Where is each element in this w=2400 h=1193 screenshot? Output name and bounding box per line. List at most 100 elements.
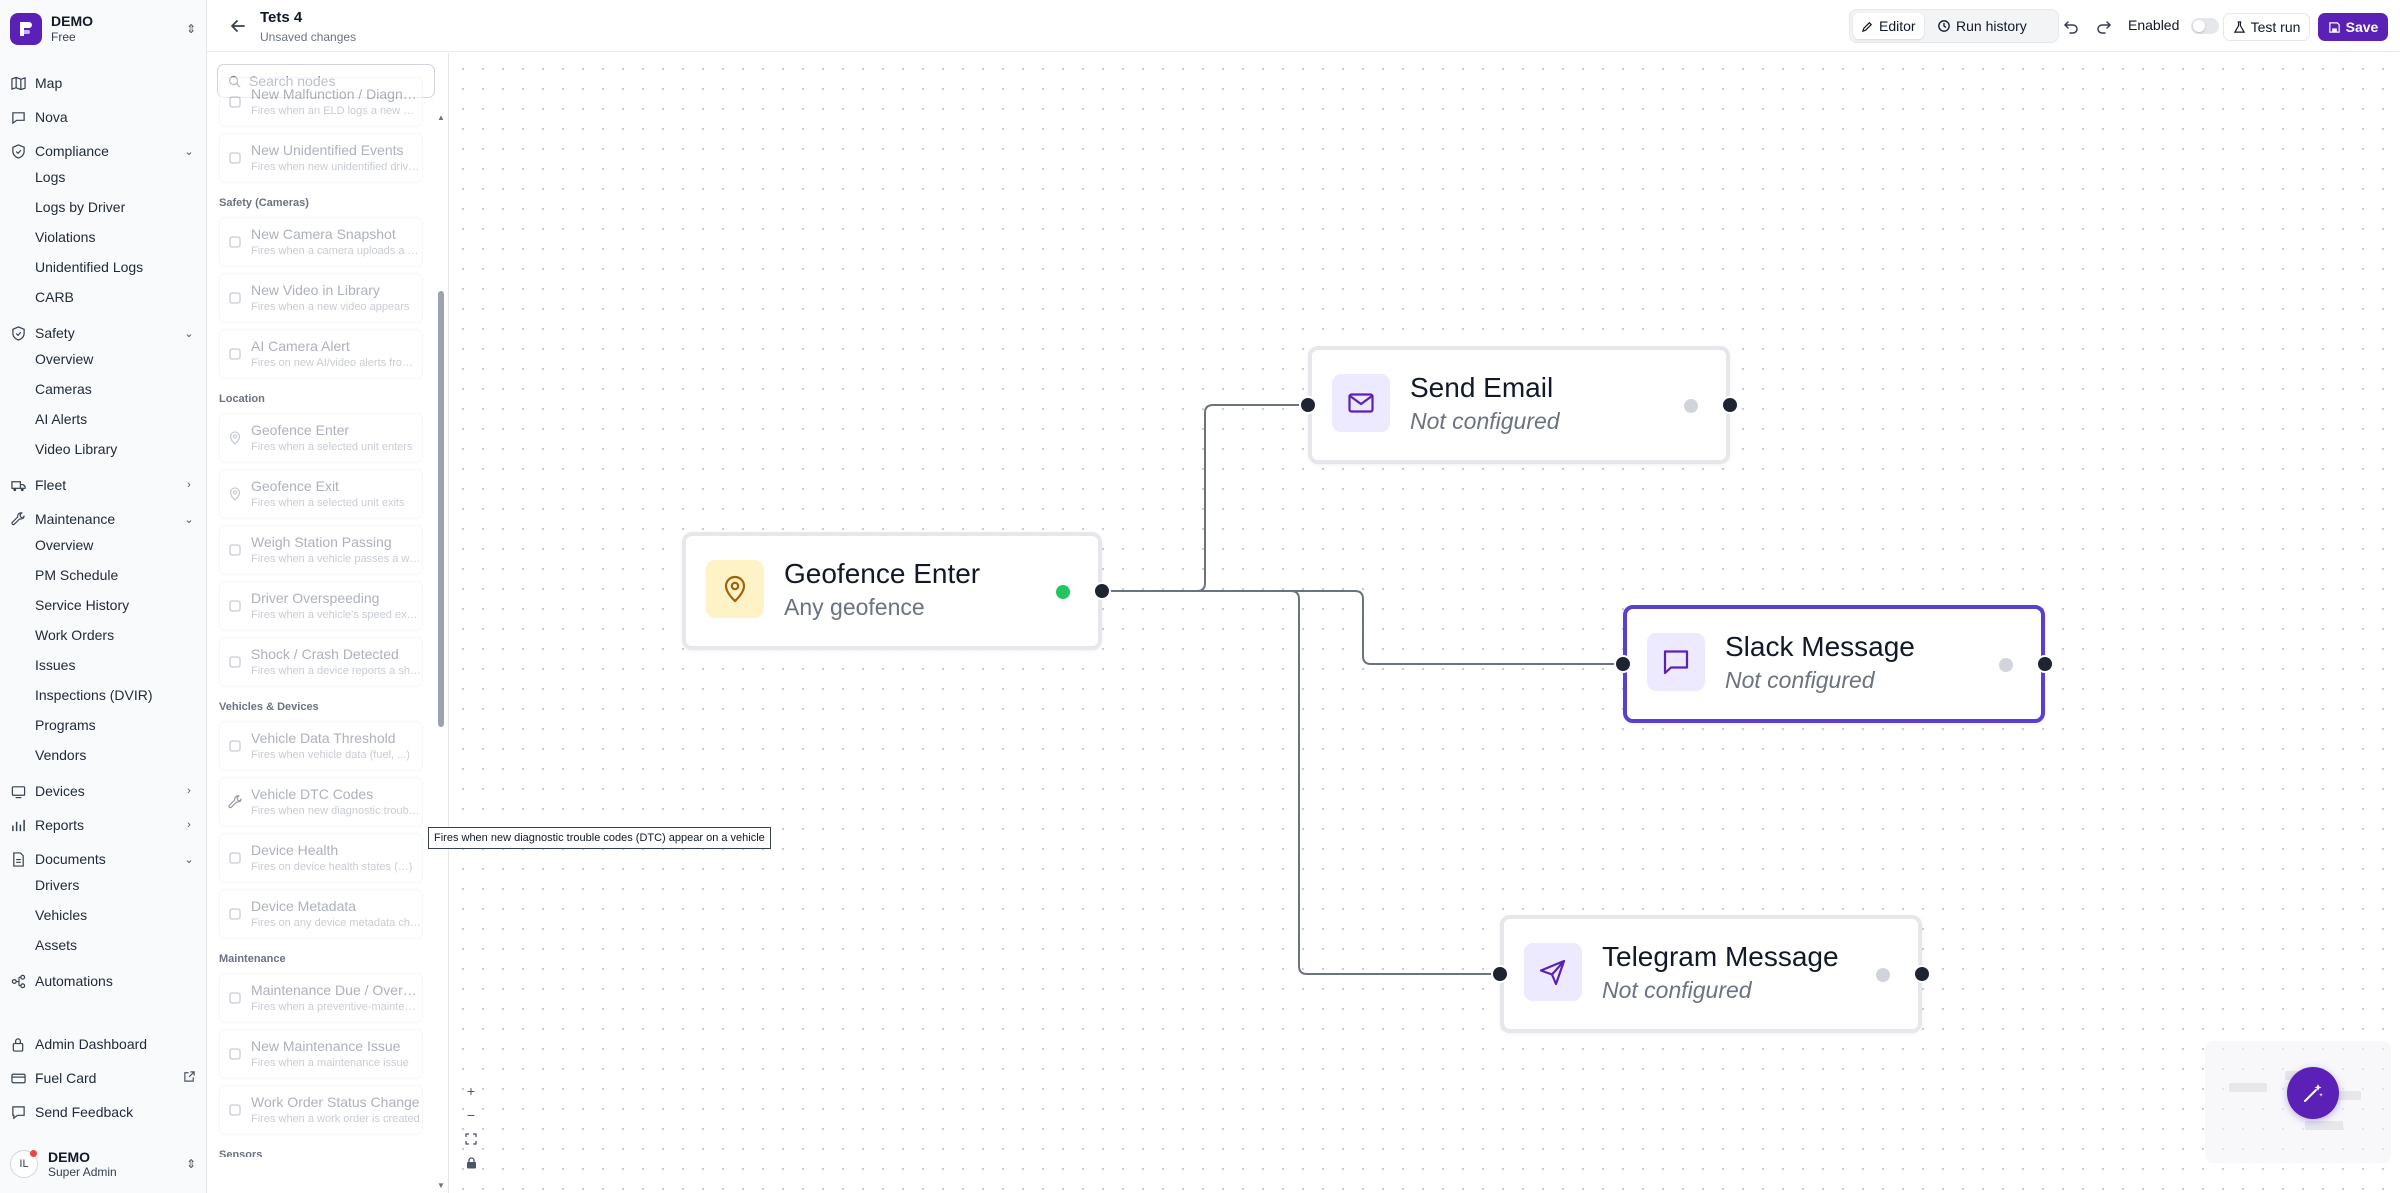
palette-node-title: Weigh Station Passing xyxy=(251,534,392,550)
output-handle[interactable] xyxy=(1913,965,1931,983)
sidebar-subitem-inspections-dvir-[interactable]: Inspections (DVIR) xyxy=(35,684,152,706)
back-arrow-icon[interactable] xyxy=(229,17,247,35)
input-handle[interactable] xyxy=(1299,396,1317,414)
palette-node[interactable]: New Camera Snapshot Fires when a camera … xyxy=(219,217,423,267)
chevron-down-icon[interactable]: ⌄ xyxy=(182,513,196,526)
sidebar-item-fleet[interactable]: Fleet › xyxy=(10,472,196,498)
edge-geofence-slack[interactable] xyxy=(1102,590,1623,665)
sidebar-item-admin-dashboard[interactable]: Admin Dashboard xyxy=(10,1031,196,1057)
sidebar-subitem-violations[interactable]: Violations xyxy=(35,226,95,248)
sidebar-item-automations[interactable]: Automations xyxy=(10,968,196,994)
sidebar-subitem-video-library[interactable]: Video Library xyxy=(35,438,117,460)
palette-node[interactable]: Geofence Enter Fires when a selected uni… xyxy=(219,413,423,463)
truck-icon xyxy=(10,477,26,493)
sidebar-subitem-vendors[interactable]: Vendors xyxy=(35,744,86,766)
undo-icon[interactable] xyxy=(2062,17,2080,35)
org-switcher[interactable]: DEMO Free ⇕ xyxy=(10,10,196,48)
flow-node-subtitle: Not configured xyxy=(1410,408,1560,434)
sidebar-subitem-assets[interactable]: Assets xyxy=(35,934,77,956)
tab-run-history[interactable]: Run history xyxy=(1929,13,2035,39)
avatar-initials: IL xyxy=(19,1158,29,1170)
sidebar-subitem-unidentified-logs[interactable]: Unidentified Logs xyxy=(35,256,143,278)
sidebar-subitem-logs-by-driver[interactable]: Logs by Driver xyxy=(35,196,125,218)
sidebar-item-fuel-card[interactable]: Fuel Card xyxy=(10,1065,196,1091)
sidebar-item-documents[interactable]: Documents ⌄ xyxy=(10,846,196,872)
zoom-in-icon[interactable]: + xyxy=(461,1081,481,1101)
scroll-up-icon[interactable]: ▲ xyxy=(437,113,445,122)
palette-node[interactable]: Maintenance Due / Overdue Fires when a p… xyxy=(219,973,423,1023)
sidebar-subitem-overview[interactable]: Overview xyxy=(35,534,93,556)
sidebar-subitem-programs[interactable]: Programs xyxy=(35,714,96,736)
sidebar-subitem-cameras[interactable]: Cameras xyxy=(35,378,92,400)
palette-node[interactable]: Vehicle DTC Codes Fires when new diagnos… xyxy=(219,777,423,827)
chevron-right-icon[interactable]: › xyxy=(182,819,196,831)
sidebar-item-reports[interactable]: Reports › xyxy=(10,812,196,838)
sidebar-subitem-work-orders[interactable]: Work Orders xyxy=(35,624,114,646)
zoom-out-icon[interactable]: − xyxy=(461,1105,481,1125)
palette-node[interactable]: New Unidentified Events Fires when new u… xyxy=(219,133,423,183)
flow-canvas[interactable]: Geofence Enter Any geofence Send Email N… xyxy=(449,53,2400,1193)
sidebar-item-devices[interactable]: Devices › xyxy=(10,778,196,804)
palette-node[interactable]: Device Health Fires on device health sta… xyxy=(219,833,423,883)
ai-assistant-button[interactable] xyxy=(2287,1067,2339,1119)
sidebar-subitem-drivers[interactable]: Drivers xyxy=(35,874,79,896)
output-handle[interactable] xyxy=(1093,582,1111,600)
edge-geofence-email[interactable] xyxy=(1102,404,1308,592)
scrollbar-thumb[interactable] xyxy=(438,291,444,727)
palette-node[interactable]: Device Metadata Fires on any device meta… xyxy=(219,889,423,939)
user-menu[interactable]: IL DEMO Super Admin ⇕ xyxy=(10,1144,196,1184)
sidebar-item-maintenance[interactable]: Maintenance ⌄ xyxy=(10,506,196,532)
sidebar-subitem-issues[interactable]: Issues xyxy=(35,654,75,676)
palette-node[interactable]: Geofence Exit Fires when a selected unit… xyxy=(219,469,423,519)
input-handle[interactable] xyxy=(1614,655,1632,673)
palette-node[interactable]: New Maintenance Issue Fires when a maint… xyxy=(219,1029,423,1079)
palette-node[interactable]: Shock / Crash Detected Fires when a devi… xyxy=(219,637,423,687)
sidebar-subitem-service-history[interactable]: Service History xyxy=(35,594,129,616)
palette-scrollbar[interactable]: ▲ ▼ xyxy=(436,113,446,1191)
lock-icon[interactable] xyxy=(461,1153,481,1173)
chevron-down-icon[interactable]: ⌄ xyxy=(182,327,196,340)
flow-node-telegram[interactable]: Telegram Message Not configured xyxy=(1500,915,1922,1033)
palette-node[interactable]: Work Order Status Change Fires when a wo… xyxy=(219,1085,423,1135)
palette-node[interactable]: Vehicle Data Threshold Fires when vehicl… xyxy=(219,721,423,771)
sidebar-subitem-ai-alerts[interactable]: AI Alerts xyxy=(35,408,87,430)
flow-node-email[interactable]: Send Email Not configured xyxy=(1308,346,1730,464)
enabled-toggle[interactable] xyxy=(2191,18,2219,34)
palette-node[interactable]: Weigh Station Passing Fires when a vehic… xyxy=(219,525,423,575)
save-button[interactable]: Save xyxy=(2318,13,2388,41)
chevron-down-icon[interactable]: ⌄ xyxy=(182,145,196,158)
sidebar-item-safety[interactable]: Safety ⌄ xyxy=(10,320,196,346)
palette-node[interactable]: New Video in Library Fires when a new vi… xyxy=(219,273,423,323)
input-handle[interactable] xyxy=(1491,965,1509,983)
palette-node[interactable]: Driver Overspeeding Fires when a vehicle… xyxy=(219,581,423,631)
sidebar-item-map[interactable]: Map xyxy=(10,70,196,96)
sidebar-subitem-vehicles[interactable]: Vehicles xyxy=(35,904,87,926)
page-title[interactable]: Tets 4 xyxy=(260,9,302,26)
sidebar-subitem-overview[interactable]: Overview xyxy=(35,348,93,370)
output-handle[interactable] xyxy=(2036,655,2054,673)
redo-icon[interactable] xyxy=(2095,17,2113,35)
sidebar-subitem-carb[interactable]: CARB xyxy=(35,286,74,308)
sidebar-item-send-feedback[interactable]: Send Feedback xyxy=(10,1099,196,1125)
sidebar-item-compliance[interactable]: Compliance ⌄ xyxy=(10,138,196,164)
palette-category: Vehicles & Devices xyxy=(219,701,319,713)
palette-list[interactable]: New Malfunction / Diagnostic Fires when … xyxy=(207,69,448,1157)
palette-node[interactable]: AI Camera Alert Fires on new AI/video al… xyxy=(219,329,423,379)
edge-geofence-telegram[interactable] xyxy=(1102,590,1500,975)
palette-node[interactable]: New Malfunction / Diagnostic Fires when … xyxy=(219,77,423,127)
output-handle[interactable] xyxy=(1721,396,1739,414)
sidebar-item-nova[interactable]: Nova xyxy=(10,104,196,130)
flow-node-subtitle: Any geofence xyxy=(784,594,925,620)
sidebar-subitem-logs[interactable]: Logs xyxy=(35,166,65,188)
fit-view-icon[interactable] xyxy=(461,1129,481,1149)
sidebar-item-label: Devices xyxy=(35,783,85,799)
flow-node-slack[interactable]: Slack Message Not configured xyxy=(1623,605,2045,723)
test-run-button[interactable]: Test run xyxy=(2223,13,2310,41)
chevron-right-icon[interactable]: › xyxy=(182,479,196,491)
tab-editor[interactable]: Editor xyxy=(1853,13,1924,39)
sidebar-subitem-pm-schedule[interactable]: PM Schedule xyxy=(35,564,118,586)
scroll-down-icon[interactable]: ▼ xyxy=(437,1181,445,1190)
flow-node-geofence[interactable]: Geofence Enter Any geofence xyxy=(682,532,1102,650)
chevron-down-icon[interactable]: ⌄ xyxy=(182,853,196,866)
chevron-right-icon[interactable]: › xyxy=(182,785,196,797)
